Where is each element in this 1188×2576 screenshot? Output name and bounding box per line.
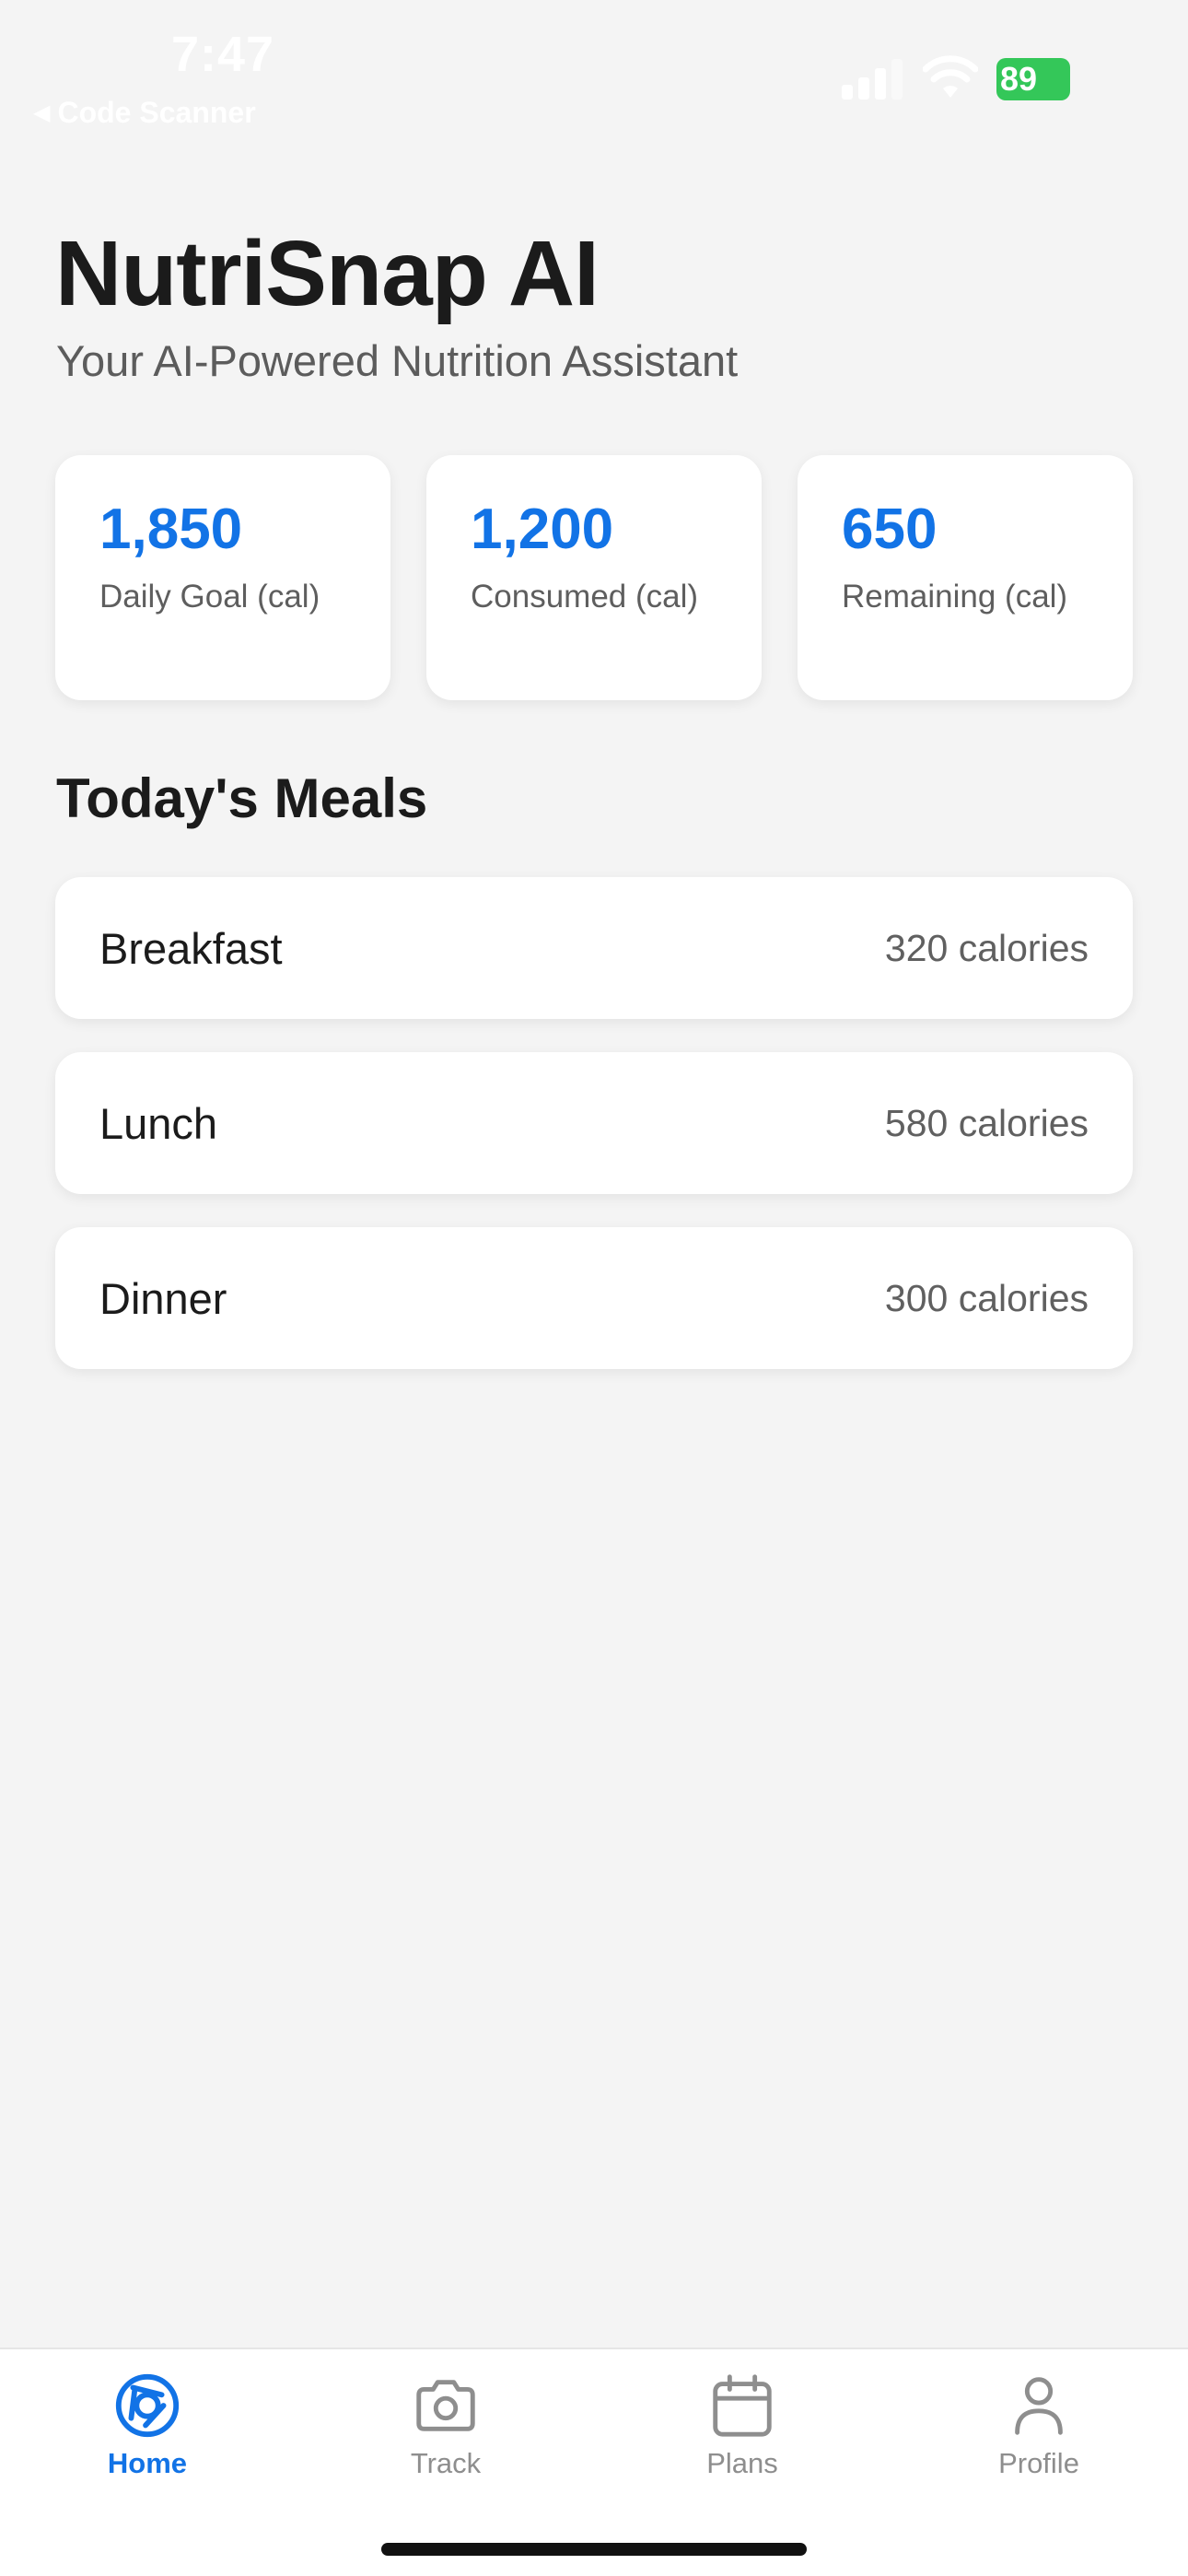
battery-indicator: 89	[996, 58, 1070, 100]
meal-calories: 300 calories	[884, 1276, 1089, 1319]
back-triangle-icon: ◀	[33, 100, 51, 125]
page-subtitle: Your AI-Powered Nutrition Assistant	[56, 336, 739, 385]
meal-row-dinner[interactable]: Dinner 300 calories	[55, 1227, 1133, 1369]
meal-name: Breakfast	[99, 923, 283, 973]
person-icon	[1015, 2377, 1063, 2435]
section-title-meals: Today's Meals	[56, 767, 428, 829]
tab-label: Plans	[706, 2447, 778, 2479]
stat-value: 650	[842, 498, 938, 561]
stat-value: 1,850	[99, 498, 243, 561]
stat-card-consumed: 1,200 Consumed (cal)	[426, 455, 762, 700]
back-link-label: Code Scanner	[57, 96, 256, 129]
status-bar: 7:47 ◀ Code Scanner 89	[0, 0, 1188, 138]
tab-label: Profile	[998, 2447, 1079, 2479]
meal-name: Dinner	[99, 1273, 227, 1323]
stat-label: Remaining (cal)	[842, 579, 1068, 615]
back-to-app-link[interactable]: ◀ Code Scanner	[33, 96, 256, 130]
meal-calories: 320 calories	[884, 926, 1089, 969]
cellular-signal-icon	[842, 59, 903, 100]
home-aperture-icon	[115, 2373, 180, 2438]
calorie-stats: 1,850 Daily Goal (cal) 1,200 Consumed (c…	[55, 455, 1133, 700]
home-screen: 7:47 ◀ Code Scanner 89 NutriSnap AI Your…	[0, 0, 1188, 2576]
tab-plans[interactable]: Plans	[641, 2370, 844, 2508]
camera-icon	[416, 2380, 475, 2431]
stat-value: 1,200	[471, 498, 614, 561]
tab-track[interactable]: Track	[344, 2370, 547, 2508]
home-indicator[interactable]	[381, 2543, 807, 2556]
stat-label: Daily Goal (cal)	[99, 579, 320, 615]
stat-card-remaining: 650 Remaining (cal)	[798, 455, 1133, 700]
bottom-tab-bar: Home Track Plans Profile	[0, 2348, 1188, 2576]
tab-label: Track	[410, 2447, 482, 2479]
status-time: 7:47	[171, 27, 275, 82]
meal-name: Lunch	[99, 1098, 218, 1148]
stat-card-daily-goal: 1,850 Daily Goal (cal)	[55, 455, 390, 700]
tab-profile[interactable]: Profile	[938, 2370, 1140, 2508]
tab-label: Home	[107, 2447, 188, 2479]
wifi-icon	[923, 55, 978, 98]
stat-label: Consumed (cal)	[471, 579, 699, 615]
meal-row-breakfast[interactable]: Breakfast 320 calories	[55, 877, 1133, 1019]
meal-calories: 580 calories	[884, 1101, 1089, 1144]
meal-row-lunch[interactable]: Lunch 580 calories	[55, 1052, 1133, 1194]
calendar-icon	[713, 2374, 772, 2437]
tab-home[interactable]: Home	[46, 2370, 249, 2508]
page-title: NutriSnap AI	[55, 222, 600, 325]
